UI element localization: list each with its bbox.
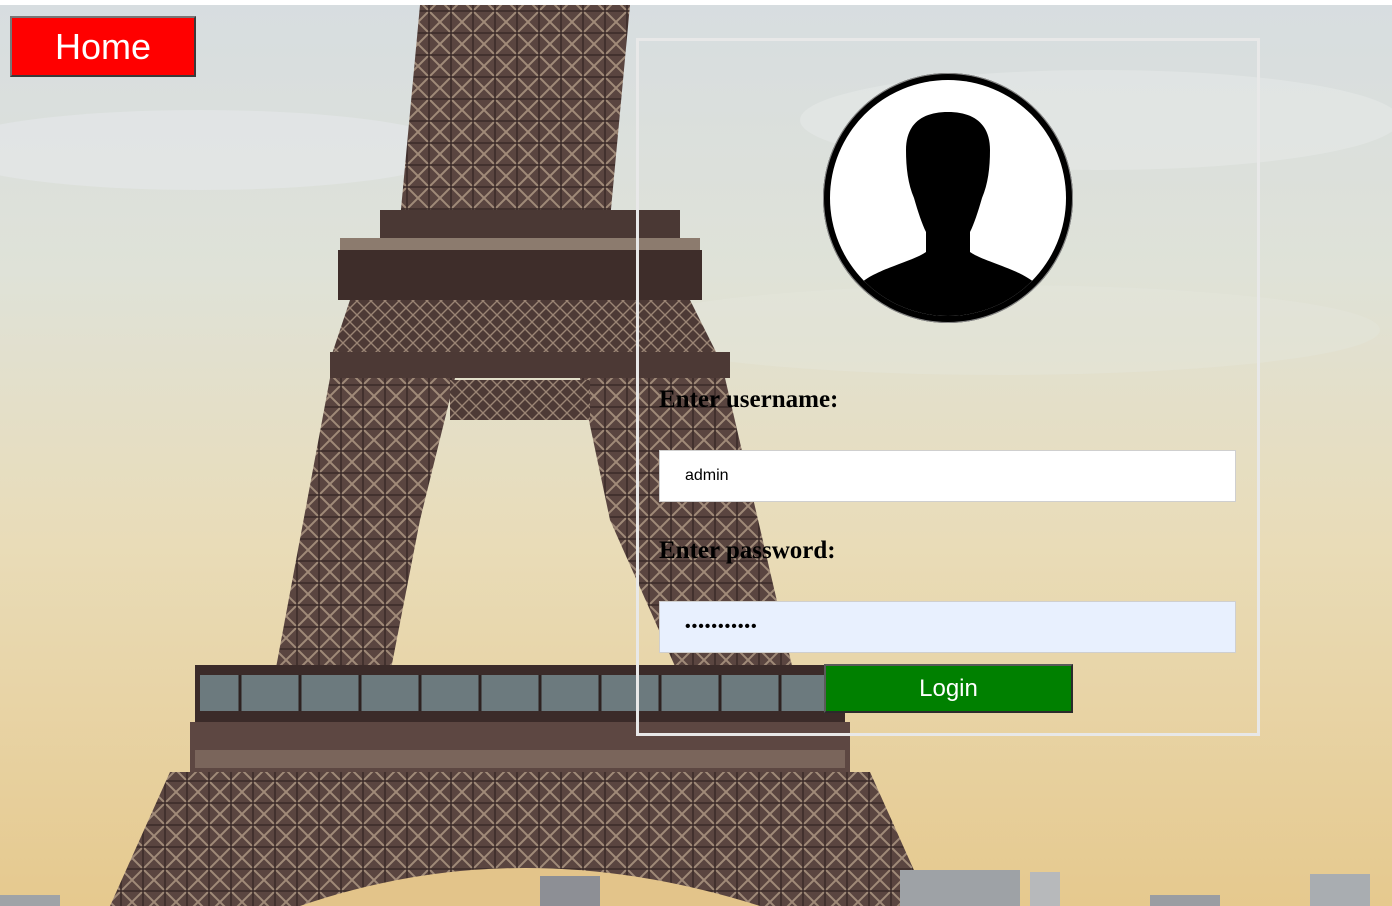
password-label: Enter password: (659, 537, 836, 564)
user-silhouette-icon (822, 72, 1074, 324)
username-label: Enter username: (659, 386, 839, 413)
password-field[interactable] (659, 601, 1236, 653)
top-strip (0, 0, 1392, 5)
login-button[interactable]: Login (824, 664, 1073, 713)
home-button[interactable]: Home (10, 16, 196, 77)
username-field[interactable] (659, 450, 1236, 502)
